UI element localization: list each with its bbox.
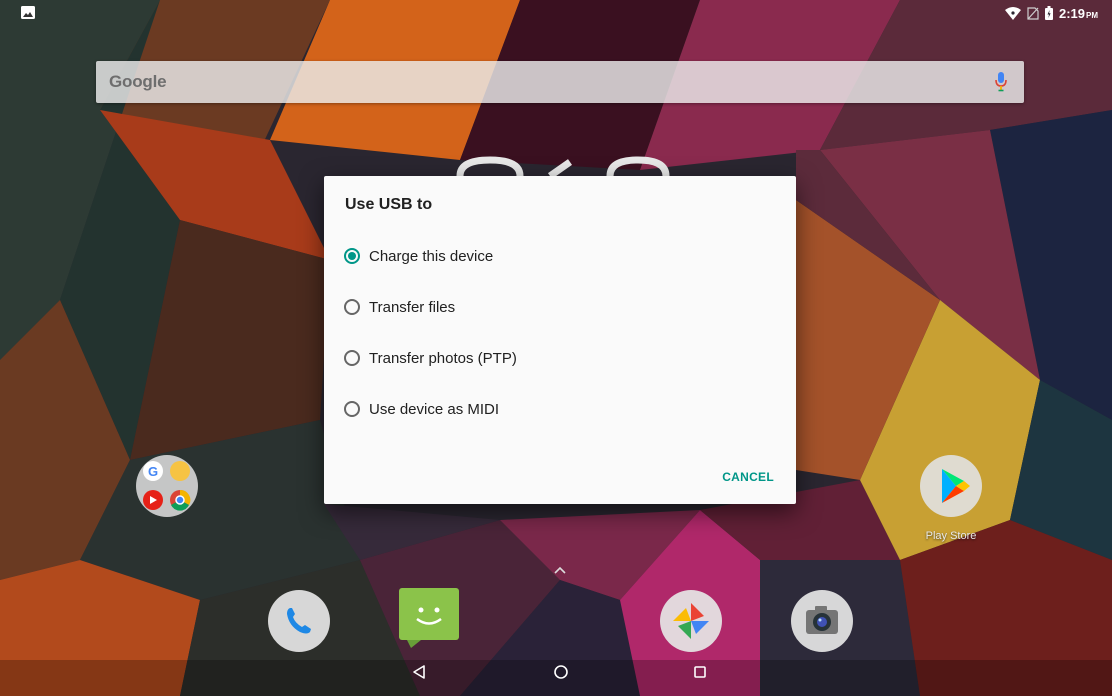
no-sim-icon [1027, 6, 1039, 20]
radio-unselected-icon[interactable] [344, 299, 360, 315]
cancel-button[interactable]: CANCEL [722, 470, 774, 484]
status-time: 2:19PM [1058, 5, 1098, 21]
battery-icon [1044, 6, 1053, 20]
svg-text:G: G [148, 464, 158, 479]
status-bar: 2:19PM [0, 0, 1112, 26]
usb-mode-dialog: Use USB to Charge this device Transfer f… [324, 176, 796, 504]
recents-icon[interactable] [693, 664, 707, 680]
option-charge-device[interactable]: Charge this device [344, 242, 493, 270]
chevron-up-icon[interactable] [553, 565, 567, 575]
google-logo: Google [109, 72, 167, 91]
option-label: Charge this device [369, 247, 494, 265]
folder-icon: G [136, 455, 198, 517]
wifi-icon [1004, 6, 1021, 20]
radio-unselected-icon[interactable] [344, 350, 360, 366]
radio-unselected-icon[interactable] [344, 401, 360, 417]
camera-icon[interactable] [791, 590, 853, 652]
status-icons: 2:19PM [1004, 4, 1098, 22]
home-icon[interactable] [553, 664, 569, 680]
image-notification-icon [21, 6, 35, 19]
back-icon[interactable] [412, 664, 426, 680]
option-transfer-photos[interactable]: Transfer photos (PTP) [344, 344, 517, 372]
option-transfer-files[interactable]: Transfer files [344, 293, 455, 321]
play-store-app[interactable]: Play Store [915, 455, 987, 542]
option-midi[interactable]: Use device as MIDI [344, 395, 499, 423]
messaging-icon[interactable] [399, 588, 459, 648]
phone-icon[interactable] [268, 590, 330, 652]
radio-selected-icon[interactable] [344, 248, 360, 264]
play-store-icon [920, 455, 982, 517]
option-label: Use device as MIDI [369, 400, 500, 418]
app-label: Play Store [925, 530, 977, 542]
dialog-title: Use USB to [345, 196, 433, 213]
mic-icon[interactable] [995, 72, 1007, 92]
option-label: Transfer photos (PTP) [369, 349, 517, 367]
option-label: Transfer files [369, 298, 456, 316]
google-search-bar[interactable]: Google [96, 61, 1024, 103]
google-folder-icon[interactable]: G [136, 455, 198, 517]
photos-icon[interactable] [660, 590, 722, 652]
